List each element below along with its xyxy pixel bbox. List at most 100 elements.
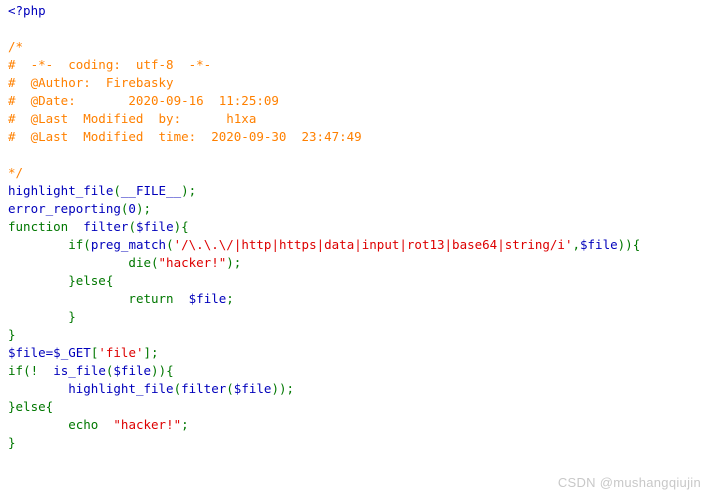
code-token: ;: [286, 381, 295, 396]
code-token: highlight_file: [68, 381, 174, 396]
code-token: }else{: [8, 399, 54, 414]
code-token: ;: [151, 345, 159, 360]
code-token: ;: [233, 255, 242, 270]
code-token: */: [8, 165, 24, 180]
code-token: $file: [8, 345, 46, 360]
code-token: # @Last Modified by: h1xa: [8, 111, 257, 126]
code-line: function filter($file){: [8, 218, 640, 236]
code-token: if: [8, 363, 24, 378]
code-token: }else{: [8, 273, 114, 288]
code-token: preg_match: [90, 237, 167, 252]
code-token: ,: [572, 237, 580, 252]
code-token: ): [278, 381, 287, 396]
code-token: if: [68, 237, 84, 252]
code-token: 0: [128, 201, 136, 216]
code-token: "hacker!": [158, 255, 227, 270]
code-line: <?php: [8, 2, 640, 20]
code-token: # -*- coding: utf-8 -*-: [8, 57, 212, 72]
code-token: ): [173, 219, 182, 234]
code-token: (: [128, 219, 136, 234]
code-token: __FILE__: [120, 183, 182, 198]
code-token: /*: [8, 39, 24, 54]
code-line: # @Last Modified time: 2020-09-30 23:47:…: [8, 128, 640, 146]
code-token: (: [83, 237, 91, 252]
code-line: }else{: [8, 272, 640, 290]
code-token: function: [8, 219, 69, 234]
code-token: ;: [226, 291, 234, 306]
code-token: ;: [181, 417, 189, 432]
code-token: ]: [143, 345, 152, 360]
code-line: error_reporting(0);: [8, 200, 640, 218]
code-token: die: [128, 255, 151, 270]
code-token: <?php: [8, 3, 46, 18]
code-token: # @Author: Firebasky: [8, 75, 174, 90]
code-line: highlight_file(__FILE__);: [8, 182, 640, 200]
code-token: {: [166, 363, 174, 378]
code-token: 'file': [98, 345, 144, 360]
code-line: }: [8, 434, 640, 452]
code-token: ;: [188, 183, 197, 198]
code-line: }: [8, 326, 640, 344]
code-token: {: [632, 237, 641, 252]
code-line: # -*- coding: utf-8 -*-: [8, 56, 640, 74]
code-token: ): [181, 183, 189, 198]
code-line: echo "hacker!";: [8, 416, 640, 434]
code-token: '/\.\.\/|http|https|data|input|rot13|bas…: [173, 237, 573, 252]
code-token: $_GET: [53, 345, 91, 360]
code-line: # @Author: Firebasky: [8, 74, 640, 92]
code-token: # @Last Modified time: 2020-09-30 23:47:…: [8, 129, 362, 144]
code-line: if(! is_file($file)){: [8, 362, 640, 380]
code-token: (: [173, 381, 182, 396]
code-token: {: [181, 219, 189, 234]
code-token: }: [8, 309, 76, 324]
code-token: ): [158, 363, 167, 378]
code-token: ;: [143, 201, 152, 216]
code-line: */: [8, 164, 640, 182]
code-token: error_reporting: [8, 201, 121, 216]
code-token: ): [151, 363, 159, 378]
code-line: highlight_file(filter($file));: [8, 380, 640, 398]
code-token: # @Date: 2020-09-16 11:25:09: [8, 93, 279, 108]
code-token: $file: [188, 291, 227, 306]
code-line: /*: [8, 38, 640, 56]
code-token: is_file: [53, 363, 106, 378]
code-token: ): [271, 381, 279, 396]
code-token: (: [151, 255, 159, 270]
code-line: }else{: [8, 398, 640, 416]
code-token: echo: [68, 417, 99, 432]
code-token: $file: [233, 381, 272, 396]
code-token: (: [166, 237, 174, 252]
code-token: $file: [580, 237, 618, 252]
code-token: $file: [113, 363, 152, 378]
code-line: die("hacker!");: [8, 254, 640, 272]
code-token: ): [625, 237, 633, 252]
code-token: $file: [135, 219, 174, 234]
code-line: $file=$_GET['file'];: [8, 344, 640, 362]
code-line: }: [8, 308, 640, 326]
csdn-watermark: CSDN @mushangqiujin: [557, 475, 701, 490]
code-token: filter: [181, 381, 227, 396]
code-token: (: [113, 183, 121, 198]
code-line: return $file;: [8, 290, 640, 308]
code-line: # @Date: 2020-09-16 11:25:09: [8, 92, 640, 110]
php-code-listing: <?php /* # -*- coding: utf-8 -*- # @Author…: [8, 2, 640, 452]
code-token: ): [226, 255, 234, 270]
code-token: highlight_file: [8, 183, 114, 198]
code-token: "hacker!": [113, 417, 182, 432]
code-token: (: [226, 381, 234, 396]
code-line: # @Last Modified by: h1xa: [8, 110, 640, 128]
code-token: }: [8, 327, 16, 342]
code-token: }: [8, 435, 16, 450]
code-token: filter: [83, 219, 129, 234]
code-token: return: [128, 291, 174, 306]
